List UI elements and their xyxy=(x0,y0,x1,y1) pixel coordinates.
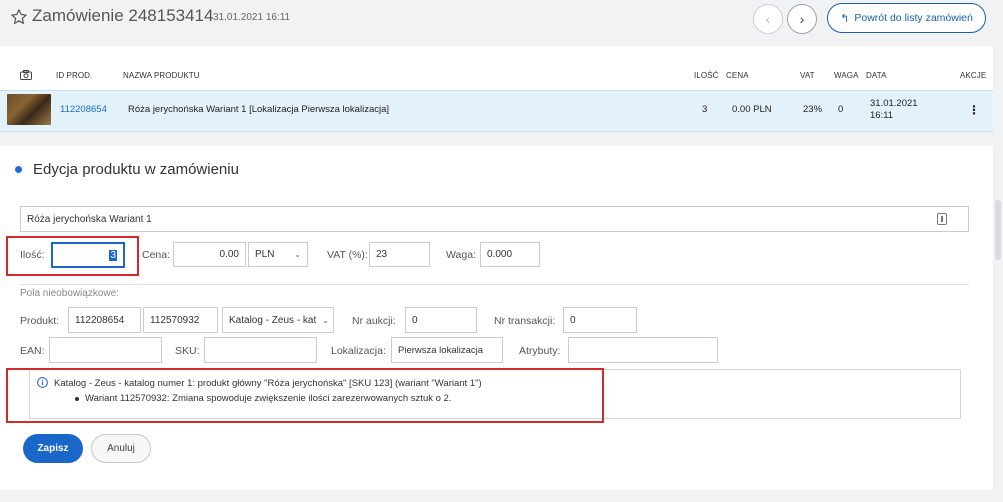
weight-label: Waga: xyxy=(446,249,476,261)
date-cell-line1: 31.01.2021 xyxy=(870,98,918,109)
row-actions-menu-icon[interactable]: ⋮ xyxy=(968,103,980,117)
back-to-orders-button[interactable]: ↰ Powrót do listy zamówień xyxy=(827,3,986,33)
price-input[interactable]: 0.00 xyxy=(173,242,246,267)
chevron-down-icon: ⌄ xyxy=(294,250,301,259)
edit-section-title: Edycja produktu w zamówieniu xyxy=(33,161,239,178)
vat-label: VAT (%): xyxy=(327,249,368,261)
bullet-dot xyxy=(75,397,79,401)
back-to-orders-label: Powrót do listy zamówień xyxy=(854,12,973,24)
price-value: 0.00 xyxy=(219,249,239,260)
ean-input[interactable] xyxy=(49,337,162,363)
vat-cell: 23% xyxy=(803,104,823,115)
catalog-select[interactable]: Katalog - Zeus - kat ⌄ xyxy=(222,307,334,333)
column-header-vat: VAT xyxy=(800,71,815,80)
reply-arrow-icon: ↰ xyxy=(840,12,850,25)
weight-cell: 0 xyxy=(838,104,844,115)
variant-id-input[interactable]: 112570932 xyxy=(143,307,218,333)
product-id-input[interactable]: 112208654 xyxy=(68,307,141,333)
clipboard-icon[interactable] xyxy=(937,213,947,225)
weight-value: 0.000 xyxy=(487,249,513,260)
previous-order-button[interactable]: ‹ xyxy=(753,4,783,34)
currency-select[interactable]: PLN ⌄ xyxy=(248,242,308,267)
column-header-weight: WAGA xyxy=(834,71,859,80)
product-name-cell: Róża jerychońska Wariant 1 [Lokalizacja … xyxy=(128,104,390,115)
vat-value: 23 xyxy=(376,249,388,260)
chevron-down-icon: ⌄ xyxy=(322,315,329,325)
info-line-variant: Wariant 112570932: Zmiana spowoduje zwię… xyxy=(85,393,452,404)
vat-input[interactable]: 23 xyxy=(369,242,430,267)
save-button[interactable]: Zapisz xyxy=(23,434,83,463)
qty-value: 3 xyxy=(109,249,117,261)
info-line-main: Katalog - Zeus - katalog numer 1: produk… xyxy=(54,378,482,389)
column-header-date: DATA xyxy=(866,71,887,80)
section-bullet xyxy=(15,166,22,173)
product-id-value: 112208654 xyxy=(75,314,125,326)
next-order-button[interactable]: › xyxy=(787,4,817,34)
column-header-name: NAZWA PRODUKTU xyxy=(123,71,200,80)
qty-input[interactable]: 3 xyxy=(51,242,125,268)
weight-input[interactable]: 0.000 xyxy=(480,242,540,267)
variant-id-value: 112570932 xyxy=(150,314,200,326)
ean-label: EAN: xyxy=(20,345,45,357)
order-date: 31.01.2021 16:11 xyxy=(213,12,291,23)
product-name-input[interactable]: Róża jerychońska Wariant 1 xyxy=(20,206,969,232)
optional-fields-label: Pola nieobowiązkowe: xyxy=(20,288,119,299)
location-input[interactable]: Pierwsza lokalizacja xyxy=(391,337,503,363)
section-divider xyxy=(20,284,969,285)
column-header-id: ID PROD. xyxy=(56,71,93,80)
transaction-value: 0 xyxy=(570,314,576,326)
order-products-table: ID PROD. NAZWA PRODUKTU ILOŚĆ CENA VAT W… xyxy=(0,46,993,132)
sku-label: SKU: xyxy=(175,345,200,357)
currency-value: PLN xyxy=(255,249,275,260)
price-cell: 0.00 PLN xyxy=(732,104,772,115)
chevron-right-icon: › xyxy=(799,11,805,27)
location-value: Pierwsza lokalizacja xyxy=(398,344,484,356)
page-title: Zamówienie 248153414 xyxy=(32,6,214,25)
auction-input[interactable]: 0 xyxy=(405,307,477,333)
price-label: Cena: xyxy=(142,249,171,261)
scrollbar[interactable] xyxy=(995,200,1001,260)
catalog-value: Katalog - Zeus - kat xyxy=(229,314,317,326)
date-cell-line2: 16:11 xyxy=(870,110,894,121)
transaction-input[interactable]: 0 xyxy=(563,307,637,333)
location-label: Lokalizacja: xyxy=(331,345,386,357)
auction-label: Nr aukcji: xyxy=(352,315,396,327)
attributes-label: Atrybuty: xyxy=(519,345,561,357)
info-icon xyxy=(37,377,48,388)
column-header-actions: AKCJE xyxy=(960,71,987,80)
column-header-price: CENA xyxy=(726,71,749,80)
transaction-label: Nr transakcji: xyxy=(494,315,556,327)
cancel-button[interactable]: Anuluj xyxy=(91,434,151,463)
product-thumbnail xyxy=(7,94,51,125)
sku-input[interactable] xyxy=(204,337,317,363)
chevron-left-icon: ‹ xyxy=(765,11,771,27)
product-label: Produkt: xyxy=(20,315,60,327)
camera-icon xyxy=(20,70,32,80)
star-icon[interactable] xyxy=(10,8,28,26)
qty-cell: 3 xyxy=(702,104,708,115)
product-id-link[interactable]: 112208654 xyxy=(60,104,107,115)
product-name-value: Róża jerychońska Wariant 1 xyxy=(27,213,152,225)
auction-value: 0 xyxy=(412,314,418,326)
attributes-input[interactable] xyxy=(568,337,718,363)
column-header-qty: ILOŚĆ xyxy=(694,71,719,80)
qty-label: Ilość: xyxy=(20,249,45,261)
